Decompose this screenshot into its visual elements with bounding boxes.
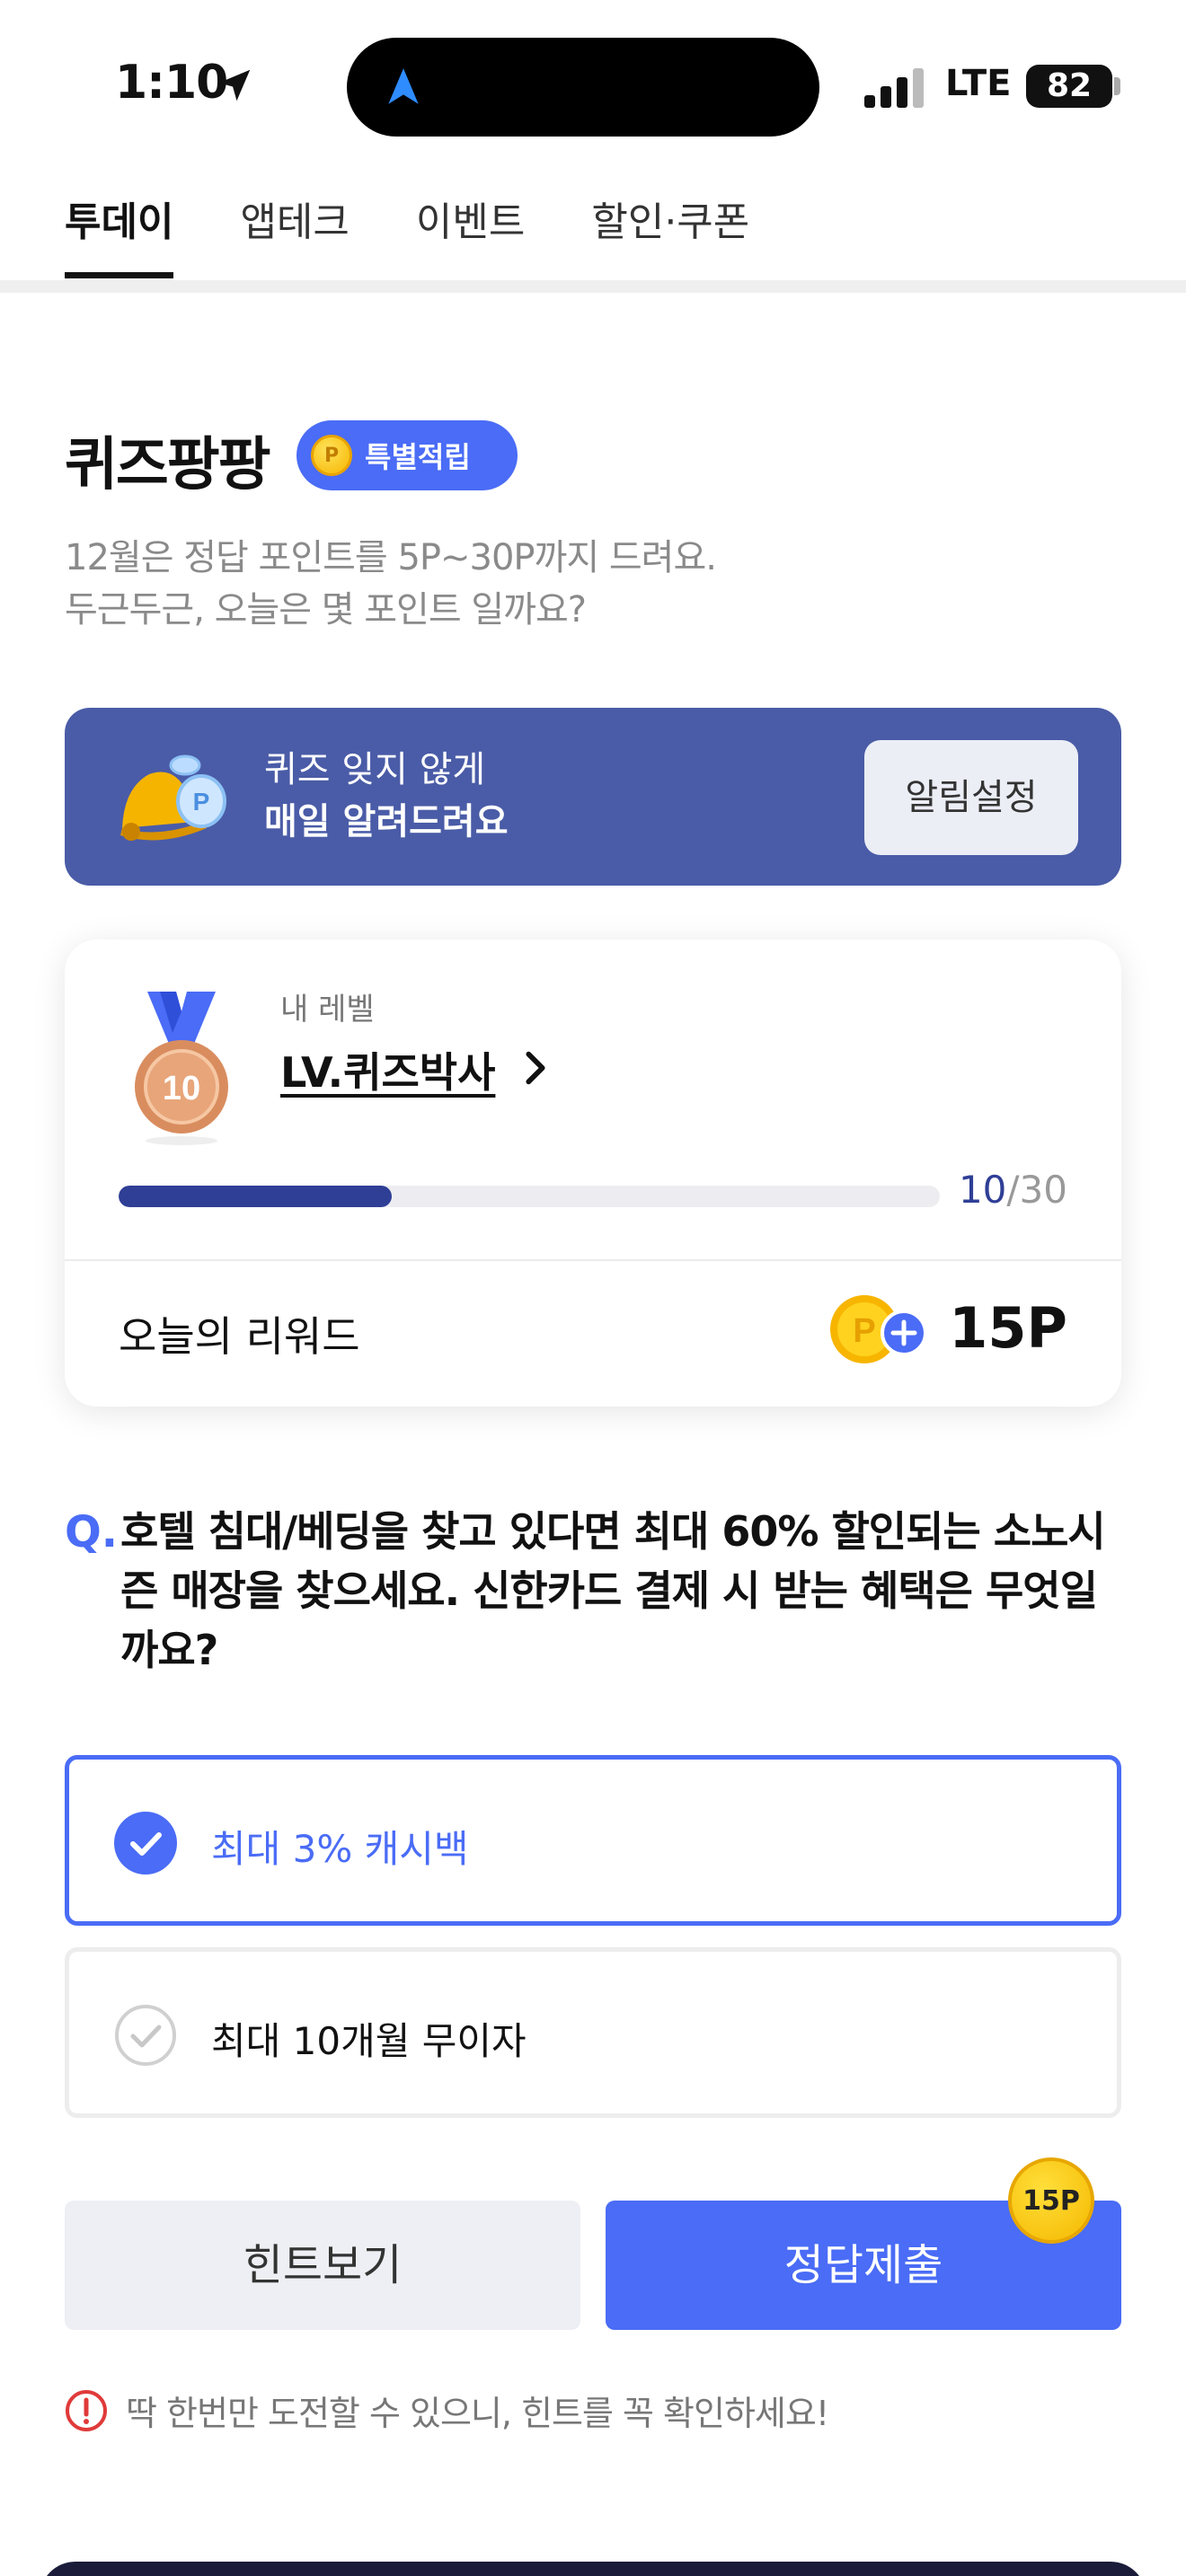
top-tabs: 투데이 앱테크 이벤트 할인·쿠폰 [65, 194, 749, 280]
page-subtitle: 12월은 정답 포인트를 5P~30P까지 드려요. 두근두근, 오늘은 몇 포… [65, 532, 717, 636]
cellular-signal-icon [864, 68, 924, 108]
warning-icon [66, 2390, 107, 2431]
reward-coin-plus-icon: P [830, 1295, 925, 1363]
svg-text:P: P [193, 788, 210, 816]
medal-number: 10 [163, 1070, 200, 1107]
bottom-sheet-edge [40, 2562, 1146, 2576]
level-progress-count: 10/30 [959, 1168, 1067, 1212]
alarm-line-1: 퀴즈 잊지 않게 [264, 749, 486, 790]
alarm-settings-button[interactable]: 알림설정 [864, 740, 1078, 855]
card-divider [65, 1259, 1121, 1261]
my-level-label: 내 레벨 [280, 992, 375, 1028]
battery-level: 82 [1026, 65, 1112, 108]
level-progress-bar [119, 1186, 940, 1207]
svg-text:P: P [853, 1312, 875, 1350]
alarm-message: 퀴즈 잊지 않게 매일 알려드려요 [264, 744, 509, 848]
check-circle-filled-icon [114, 1812, 177, 1875]
level-progress-fill [119, 1186, 393, 1207]
network-type: LTE [945, 63, 1012, 104]
level-card: 10 내 레벨 LV.퀴즈박사 10/30 오늘의 리워드 P 15P [65, 940, 1121, 1407]
question-text: 호텔 침대/베딩을 찾고 있다면 최대 60% 할인되는 소노시즌 매장을 찾으… [120, 1507, 1106, 1674]
answer-option-1-label: 최대 3% 캐시백 [211, 1827, 469, 1871]
progress-current: 10 [958, 1168, 1007, 1212]
tab-event[interactable]: 이벤트 [416, 194, 525, 280]
todays-reward-value: 15P [949, 1295, 1067, 1361]
tab-divider [0, 280, 1186, 293]
progress-total: /30 [1006, 1168, 1067, 1212]
status-time: 1:10 [115, 56, 228, 110]
alarm-banner: P 퀴즈 잊지 않게 매일 알려드려요 알림설정 [65, 708, 1121, 886]
check-circle-outline-icon [115, 2005, 176, 2066]
tab-today[interactable]: 투데이 [65, 194, 174, 280]
page-title: 퀴즈팡팡 [65, 432, 271, 498]
tab-apptech[interactable]: 앱테크 [240, 194, 349, 280]
bell-coin-icon: P [120, 754, 226, 841]
submit-points-coin: 15P [1008, 2157, 1094, 2244]
badge-label: 특별적립 [365, 440, 471, 474]
status-bar: 1:10 LTE 82 [0, 0, 1186, 171]
dynamic-island [347, 38, 819, 137]
answer-option-2[interactable]: 최대 10개월 무이자 [65, 1947, 1121, 2118]
answer-option-2-label: 최대 10개월 무이자 [211, 2019, 527, 2063]
point-coin-icon: P [311, 435, 352, 476]
chevron-right-icon[interactable] [518, 1047, 553, 1089]
question-prefix: Q. [65, 1507, 119, 1557]
medal-icon: 10 [135, 992, 228, 1145]
navigation-icon [388, 68, 419, 104]
tab-discount-coupon[interactable]: 할인·쿠폰 [591, 194, 749, 280]
todays-reward-label: 오늘의 리워드 [119, 1312, 360, 1361]
subtitle-line-1: 12월은 정답 포인트를 5P~30P까지 드려요. [65, 537, 717, 578]
answer-option-1[interactable]: 최대 3% 캐시백 [65, 1755, 1121, 1926]
location-arrow-icon [218, 69, 251, 101]
hint-button[interactable]: 힌트보기 [65, 2201, 580, 2330]
alarm-line-2: 매일 알려드려요 [264, 801, 509, 842]
special-reward-badge: P 특별적립 [296, 420, 518, 490]
level-name-link[interactable]: LV.퀴즈박사 [280, 1040, 495, 1099]
notice-text: 딱 한번만 도전할 수 있으니, 힌트를 꼭 확인하세요! [126, 2394, 829, 2433]
battery-tip [1114, 77, 1120, 95]
subtitle-line-2: 두근두근, 오늘은 몇 포인트 일까요? [65, 589, 587, 631]
